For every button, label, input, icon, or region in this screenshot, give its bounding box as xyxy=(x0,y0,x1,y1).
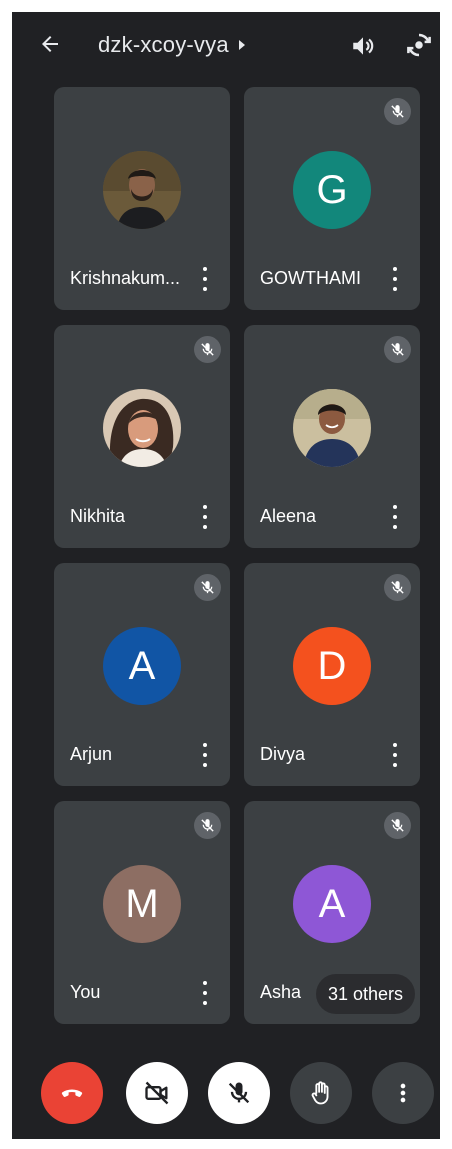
camera-flip-icon[interactable] xyxy=(404,30,434,60)
call-controls xyxy=(12,1042,440,1139)
camera-toggle-button[interactable] xyxy=(126,1062,188,1124)
participant-tile[interactable]: A Asha 31 others xyxy=(244,801,420,1024)
participant-options-icon[interactable] xyxy=(198,979,212,1007)
phone-hangup-icon xyxy=(61,1089,83,1097)
participant-options-icon[interactable] xyxy=(198,503,212,531)
participant-name: Divya xyxy=(260,744,306,764)
avatar: M xyxy=(103,865,181,943)
participant-name: GOWTHAMI xyxy=(260,268,361,288)
participant-options-icon[interactable] xyxy=(388,265,402,293)
mic-off-icon xyxy=(228,1082,250,1104)
others-count-button[interactable]: 31 others xyxy=(316,974,416,1014)
participant-photo xyxy=(293,389,371,467)
top-bar: dzk-xcoy-vya xyxy=(12,12,440,82)
participant-name: Arjun xyxy=(70,744,113,764)
more-vertical-icon xyxy=(400,1083,406,1103)
avatar: A xyxy=(103,627,181,705)
participant-name: Krishnakum... xyxy=(70,268,181,288)
caret-right-icon xyxy=(238,40,245,50)
avatar: D xyxy=(293,627,371,705)
raise-hand-button[interactable] xyxy=(290,1062,352,1124)
participant-tile[interactable]: D Divya xyxy=(244,563,420,786)
participant-tile[interactable]: G GOWTHAMI xyxy=(244,87,420,310)
participant-tile[interactable]: Aleena xyxy=(244,325,420,548)
mic-off-icon xyxy=(194,574,221,601)
participant-tile[interactable]: Nikhita xyxy=(54,325,230,548)
mic-off-icon xyxy=(384,574,411,601)
mic-off-icon xyxy=(384,812,411,839)
mic-off-icon xyxy=(194,336,221,363)
participant-tile[interactable]: Krishnakum... xyxy=(54,87,230,310)
participant-photo xyxy=(103,389,181,467)
mic-off-icon xyxy=(384,98,411,125)
meeting-screen: dzk-xcoy-vya Krishnakum... G GOWTHAMI Ni… xyxy=(12,12,440,1139)
participant-options-icon[interactable] xyxy=(388,741,402,769)
hand-icon xyxy=(311,1081,329,1105)
mic-toggle-button[interactable] xyxy=(208,1062,270,1124)
participant-options-icon[interactable] xyxy=(198,265,212,293)
participant-photo xyxy=(103,151,181,229)
mic-off-icon xyxy=(194,812,221,839)
avatar: G xyxy=(293,151,371,229)
mic-off-icon xyxy=(384,336,411,363)
participant-tile[interactable]: A Arjun xyxy=(54,563,230,786)
back-arrow-icon[interactable] xyxy=(38,32,62,56)
more-options-button[interactable] xyxy=(372,1062,434,1124)
meeting-title-button[interactable]: dzk-xcoy-vya xyxy=(98,30,247,60)
meeting-code: dzk-xcoy-vya xyxy=(98,32,229,57)
end-call-button[interactable] xyxy=(41,1062,103,1124)
participant-name: Nikhita xyxy=(70,506,126,526)
participant-name: You xyxy=(70,982,101,1002)
participant-tile-self[interactable]: M You xyxy=(54,801,230,1024)
participant-options-icon[interactable] xyxy=(198,741,212,769)
video-off-icon xyxy=(145,1081,169,1105)
avatar: A xyxy=(293,865,371,943)
participant-options-icon[interactable] xyxy=(388,503,402,531)
participant-name: Asha xyxy=(260,982,302,1002)
speaker-icon[interactable] xyxy=(350,33,376,59)
participant-name: Aleena xyxy=(260,506,317,526)
